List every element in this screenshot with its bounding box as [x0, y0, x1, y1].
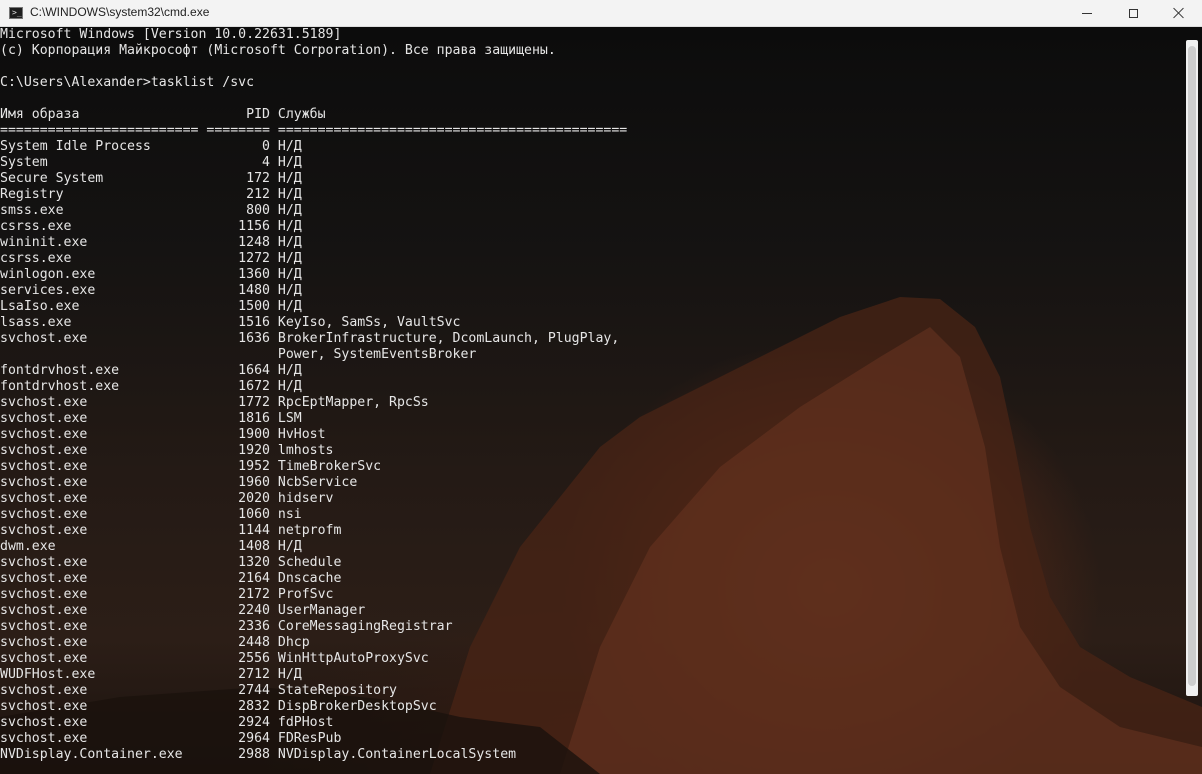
vertical-scrollbar[interactable] — [1186, 40, 1198, 696]
console-line: svchost.exe 1960 NcbService — [0, 475, 358, 490]
console-line: ========================= ======== =====… — [0, 123, 628, 138]
close-button[interactable] — [1156, 0, 1202, 26]
cmd-icon: >_ — [9, 7, 23, 19]
window-title: C:\WINDOWS\system32\cmd.exe — [30, 5, 210, 19]
minimize-button[interactable] — [1064, 0, 1110, 26]
console-line: svchost.exe 2744 StateRepository — [0, 683, 397, 698]
console-line: svchost.exe 2448 Dhcp — [0, 635, 310, 650]
console-line: (с) Корпорация Майкрософт (Microsoft Cor… — [0, 43, 556, 58]
console-line: Имя образа PID Службы — [0, 107, 326, 122]
console-line: svchost.exe 1952 TimeBrokerSvc — [0, 459, 382, 474]
console-line: svchost.exe 2336 CoreMessagingRegistrar — [0, 619, 453, 634]
console-line: dwm.exe 1408 Н/Д — [0, 539, 302, 554]
console-line: svchost.exe 2924 fdPHost — [0, 715, 334, 730]
console-line: csrss.exe 1272 Н/Д — [0, 251, 302, 266]
console-line: Secure System 172 Н/Д — [0, 171, 302, 186]
console-line: System 4 Н/Д — [0, 155, 302, 170]
cmd-icon-glyph: >_ — [12, 8, 22, 17]
console-line: svchost.exe 2020 hidserv — [0, 491, 334, 506]
console-line: svchost.exe 1772 RpcEptMapper, RpcSs — [0, 395, 429, 410]
console-line: Power, SystemEventsBroker — [0, 347, 477, 362]
console-line: Microsoft Windows [Version 10.0.22631.51… — [0, 27, 342, 42]
console-line: svchost.exe 2556 WinHttpAutoProxySvc — [0, 651, 429, 666]
console-line: svchost.exe 1900 HvHost — [0, 427, 326, 442]
console-line: winlogon.exe 1360 Н/Д — [0, 267, 302, 282]
console-line: smss.exe 800 Н/Д — [0, 203, 302, 218]
console-line: svchost.exe 2164 Dnscache — [0, 571, 342, 586]
close-icon — [1173, 7, 1185, 19]
minimize-icon — [1082, 12, 1092, 14]
title-bar[interactable]: >_ C:\WINDOWS\system32\cmd.exe — [0, 0, 1202, 27]
console-line: svchost.exe 1636 BrokerInfrastructure, D… — [0, 331, 620, 346]
console-line: svchost.exe 2832 DispBrokerDesktopSvc — [0, 699, 437, 714]
console-line: svchost.exe 1816 LSM — [0, 411, 302, 426]
console-line: LsaIso.exe 1500 Н/Д — [0, 299, 302, 314]
scrollbar-thumb[interactable] — [1188, 46, 1196, 686]
console-line: svchost.exe 1920 lmhosts — [0, 443, 334, 458]
console-line: fontdrvhost.exe 1664 Н/Д — [0, 363, 302, 378]
console-output: Microsoft Windows [Version 10.0.22631.51… — [0, 27, 627, 763]
console-line: WUDFHost.exe 2712 Н/Д — [0, 667, 302, 682]
console-line: svchost.exe 2172 ProfSvc — [0, 587, 334, 602]
console-line: System Idle Process 0 Н/Д — [0, 139, 302, 154]
maximize-button[interactable] — [1110, 0, 1156, 26]
console-line: svchost.exe 1320 Schedule — [0, 555, 342, 570]
console-line: C:\Users\Alexander>tasklist /svc — [0, 75, 255, 90]
maximize-icon — [1128, 8, 1138, 18]
console-line: services.exe 1480 Н/Д — [0, 283, 302, 298]
console-line: fontdrvhost.exe 1672 Н/Д — [0, 379, 302, 394]
console-area[interactable]: Microsoft Windows [Version 10.0.22631.51… — [0, 27, 1202, 774]
console-line: lsass.exe 1516 KeyIso, SamSs, VaultSvc — [0, 315, 461, 330]
console-line: Registry 212 Н/Д — [0, 187, 302, 202]
console-line: svchost.exe 2240 UserManager — [0, 603, 366, 618]
console-line: csrss.exe 1156 Н/Д — [0, 219, 302, 234]
console-line: svchost.exe 2964 FDResPub — [0, 731, 342, 746]
console-line: wininit.exe 1248 Н/Д — [0, 235, 302, 250]
console-line: svchost.exe 1060 nsi — [0, 507, 302, 522]
console-line: NVDisplay.Container.exe 2988 NVDisplay.C… — [0, 747, 517, 762]
console-line: svchost.exe 1144 netprofm — [0, 523, 342, 538]
